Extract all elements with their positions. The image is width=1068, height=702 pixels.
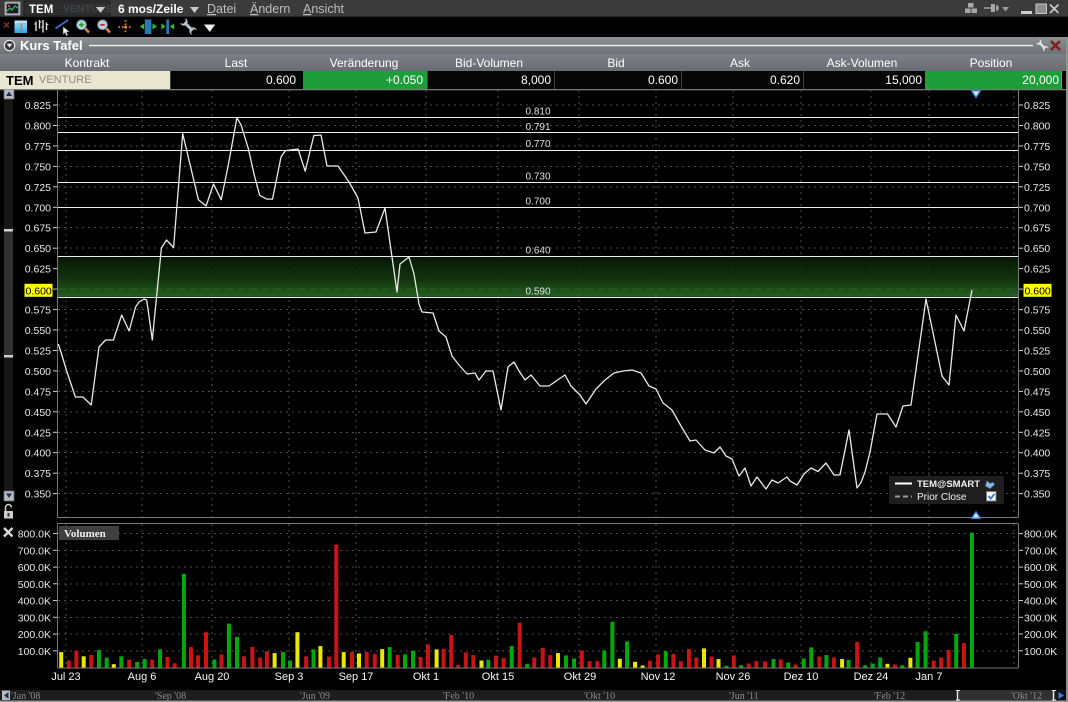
svg-text:0.825: 0.825 [25, 100, 51, 112]
svg-text:400.0K: 400.0K [1024, 596, 1057, 608]
svg-text:500.0K: 500.0K [18, 579, 51, 591]
svg-text:200.0K: 200.0K [18, 629, 51, 641]
svg-text:0.450: 0.450 [25, 407, 51, 419]
svg-text:T: T [18, 20, 26, 34]
svg-text:0.725: 0.725 [25, 182, 51, 194]
svg-text:VENTURE: VENTURE [63, 3, 113, 15]
svg-text:0.775: 0.775 [25, 141, 51, 153]
svg-text:Ändern: Ändern [250, 2, 290, 16]
svg-text:0.500: 0.500 [25, 366, 51, 378]
svg-text:0.675: 0.675 [1024, 223, 1050, 235]
svg-text:'Feb '12: 'Feb '12 [874, 691, 905, 702]
svg-text:0.600: 0.600 [1025, 285, 1051, 297]
svg-text:TEM: TEM [29, 4, 53, 16]
svg-text:Dez 24: Dez 24 [854, 671, 889, 683]
svg-text:0.640: 0.640 [525, 245, 550, 256]
svg-text:0.575: 0.575 [1024, 305, 1050, 317]
svg-text:0.725: 0.725 [1024, 182, 1050, 194]
svg-text:0.800: 0.800 [1024, 121, 1050, 133]
svg-text:0.750: 0.750 [1024, 161, 1050, 173]
svg-text:0.550: 0.550 [1024, 325, 1050, 337]
svg-text:0.500: 0.500 [1024, 366, 1050, 378]
svg-text:800.0K: 800.0K [1024, 529, 1057, 541]
svg-text:Aug 20: Aug 20 [195, 671, 230, 683]
svg-text:'Jun '09: 'Jun '09 [300, 691, 330, 702]
svg-text:0.450: 0.450 [1024, 407, 1050, 419]
svg-text:Ansicht: Ansicht [303, 2, 345, 16]
svg-text:300.0K: 300.0K [18, 612, 51, 624]
svg-text:0.350: 0.350 [1024, 489, 1050, 501]
svg-text:0.750: 0.750 [25, 161, 51, 173]
svg-text:'Okt '12: 'Okt '12 [1011, 691, 1042, 702]
svg-text:0.700: 0.700 [1024, 202, 1050, 214]
svg-text:Okt 15: Okt 15 [482, 671, 514, 683]
svg-text:0.375: 0.375 [1024, 468, 1050, 480]
svg-text:'Jan '08: 'Jan '08 [11, 691, 40, 702]
svg-text:Prior Close: Prior Close [917, 492, 967, 503]
svg-text:'Okt '10: 'Okt '10 [584, 691, 615, 702]
svg-text:0.525: 0.525 [25, 346, 51, 358]
svg-text:Sep 3: Sep 3 [275, 671, 304, 683]
svg-text:0.400: 0.400 [25, 448, 51, 460]
svg-text:200.0K: 200.0K [1024, 629, 1057, 641]
svg-text:100.0K: 100.0K [1024, 646, 1057, 658]
svg-text:'Feb '10: 'Feb '10 [443, 691, 474, 702]
svg-text:0.625: 0.625 [25, 264, 51, 276]
svg-text:700.0K: 700.0K [18, 545, 51, 557]
svg-text:0.525: 0.525 [1024, 346, 1050, 358]
svg-text:0.700: 0.700 [25, 202, 51, 214]
svg-text:800.0K: 800.0K [18, 529, 51, 541]
svg-text:400.0K: 400.0K [18, 596, 51, 608]
svg-text:300.0K: 300.0K [1024, 612, 1057, 624]
svg-text:Nov 26: Nov 26 [716, 671, 751, 683]
svg-text:0.425: 0.425 [25, 427, 51, 439]
svg-text:700.0K: 700.0K [1024, 545, 1057, 557]
svg-text:0.575: 0.575 [25, 305, 51, 317]
svg-text:Kurs Tafel: Kurs Tafel [20, 38, 83, 53]
svg-text:Okt 29: Okt 29 [564, 671, 596, 683]
svg-text:600.0K: 600.0K [18, 562, 51, 574]
svg-text:Okt 1: Okt 1 [413, 671, 439, 683]
svg-text:600.0K: 600.0K [1024, 562, 1057, 574]
svg-text:0.375: 0.375 [25, 468, 51, 480]
svg-text:0.810: 0.810 [525, 106, 550, 117]
svg-text:Dez 10: Dez 10 [784, 671, 819, 683]
svg-text:0.350: 0.350 [25, 489, 51, 501]
svg-text:6 mos/Zeile: 6 mos/Zeile [118, 2, 184, 16]
svg-text:0.625: 0.625 [1024, 264, 1050, 276]
svg-text:Nov 12: Nov 12 [641, 671, 676, 683]
svg-text:0.600: 0.600 [26, 285, 52, 297]
svg-text:0.475: 0.475 [1024, 386, 1050, 398]
svg-text:0.775: 0.775 [1024, 141, 1050, 153]
svg-text:Datei: Datei [207, 2, 236, 16]
svg-text:Volumen: Volumen [64, 528, 106, 540]
svg-text:Sep 17: Sep 17 [339, 671, 374, 683]
svg-text:0.770: 0.770 [525, 139, 550, 150]
svg-text:0.675: 0.675 [25, 223, 51, 235]
svg-text:0.650: 0.650 [1024, 243, 1050, 255]
svg-text:'Sep '08: 'Sep '08 [155, 691, 186, 702]
svg-text:0.800: 0.800 [25, 121, 51, 133]
svg-text:0.425: 0.425 [1024, 427, 1050, 439]
svg-text:'Jun '11: 'Jun '11 [729, 691, 759, 702]
svg-text:500.0K: 500.0K [1024, 579, 1057, 591]
svg-text:100.0K: 100.0K [18, 646, 51, 658]
svg-text:0.475: 0.475 [25, 386, 51, 398]
svg-text:Jul 23: Jul 23 [51, 671, 80, 683]
svg-text:0.550: 0.550 [25, 325, 51, 337]
svg-text:0.400: 0.400 [1024, 448, 1050, 460]
svg-text:Aug 6: Aug 6 [128, 671, 157, 683]
svg-text:TEM@SMART: TEM@SMART [917, 479, 980, 490]
svg-text:0.700: 0.700 [525, 196, 550, 207]
svg-text:0.791: 0.791 [525, 122, 550, 133]
svg-text:0.825: 0.825 [1024, 100, 1050, 112]
svg-text:0.730: 0.730 [525, 172, 550, 183]
svg-text:Jan 7: Jan 7 [916, 671, 943, 683]
svg-text:0.650: 0.650 [25, 243, 51, 255]
svg-text:0.590: 0.590 [525, 286, 550, 297]
